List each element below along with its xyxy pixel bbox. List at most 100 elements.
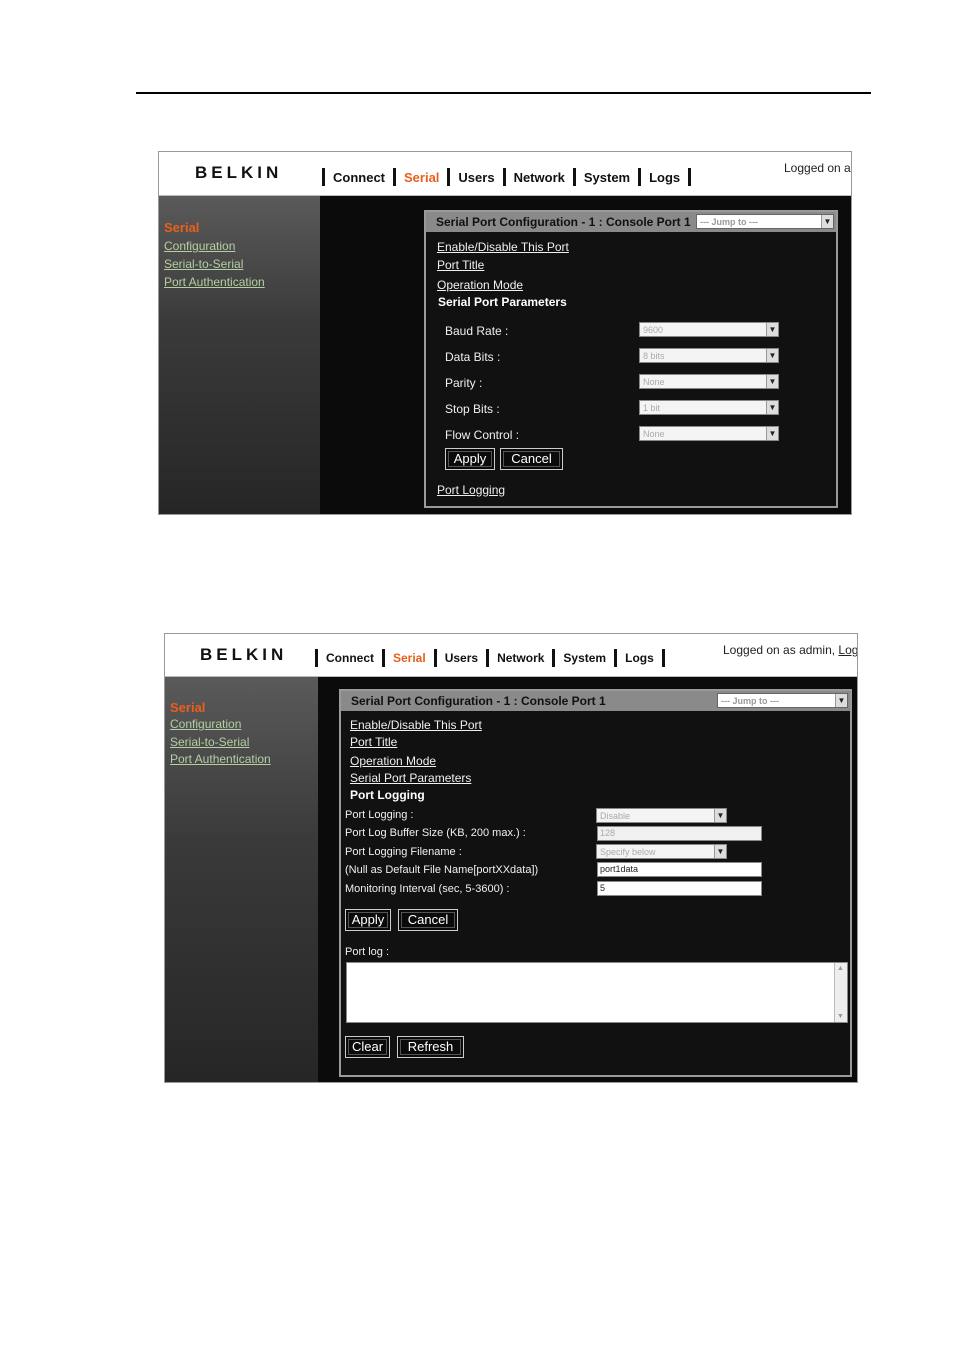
chevron-down-icon: ▼ (714, 845, 726, 858)
sidebar-section-serial: Serial (164, 220, 200, 235)
nav-separator (322, 168, 325, 186)
sidebar-link-port-authentication[interactable]: Port Authentication (164, 275, 265, 289)
nav-network[interactable]: Network (514, 170, 565, 185)
label-flow-control: Flow Control : (445, 428, 520, 442)
link-enable-disable-port[interactable]: Enable/Disable This Port (350, 718, 482, 732)
input-logging-filename[interactable]: port1data (597, 862, 762, 877)
jump-to-select[interactable]: --- Jump to --- ▼ (717, 693, 848, 708)
select-port-logging[interactable]: Disable ▼ (596, 808, 727, 823)
jump-to-select[interactable]: --- Jump to --- ▼ (696, 214, 834, 229)
sidebar-link-configuration[interactable]: Configuration (170, 717, 241, 731)
top-nav: Connect Serial Users Network System Logs (314, 168, 699, 186)
nav-system[interactable]: System (584, 170, 630, 185)
nav-separator (382, 649, 385, 667)
belkin-logo: BELKIN (195, 163, 283, 182)
logout-link[interactable]: Logo (838, 643, 857, 657)
nav-serial[interactable]: Serial (404, 170, 439, 185)
link-serial-port-parameters[interactable]: Serial Port Parameters (350, 771, 471, 785)
nav-users[interactable]: Users (445, 651, 478, 665)
header: BELKIN Connect Serial Users Network Syst… (159, 152, 851, 196)
nav-network[interactable]: Network (497, 651, 544, 665)
chevron-down-icon: ▼ (766, 427, 778, 440)
jump-to-placeholder: --- Jump to --- (700, 217, 758, 227)
link-operation-mode[interactable]: Operation Mode (350, 754, 436, 768)
nav-serial[interactable]: Serial (393, 651, 426, 665)
logged-on-text: Logged on as admin, (723, 643, 839, 657)
select-value: 9600 (643, 325, 664, 335)
nav-separator (614, 649, 618, 667)
label-stop-bits: Stop Bits : (445, 402, 500, 416)
screenshot-serial-port-parameters: BELKIN Connect Serial Users Network Syst… (158, 151, 852, 515)
nav-separator (572, 168, 576, 186)
nav-logs[interactable]: Logs (625, 651, 654, 665)
sidebar-link-configuration[interactable]: Configuration (164, 239, 235, 253)
logged-on-text: Logged on a (784, 161, 851, 175)
link-operation-mode[interactable]: Operation Mode (437, 278, 523, 292)
logged-on-status: Logged on as admin, Logo (723, 643, 857, 657)
cancel-button[interactable]: Cancel (500, 448, 563, 470)
nav-separator (638, 168, 642, 186)
nav-separator (393, 168, 396, 186)
page-top-rule (136, 92, 871, 94)
select-baud-rate[interactable]: 9600 ▼ (639, 322, 779, 337)
nav-connect[interactable]: Connect (333, 170, 385, 185)
label-port-log-buffer-size: Port Log Buffer Size (KB, 200 max.) : (345, 827, 526, 839)
select-value: Disable (600, 811, 631, 821)
nav-users[interactable]: Users (458, 170, 494, 185)
select-value: None (643, 377, 665, 387)
clear-button[interactable]: Clear (345, 1036, 390, 1058)
input-monitoring-interval[interactable]: 5 (597, 881, 762, 896)
cancel-button[interactable]: Cancel (398, 909, 458, 931)
label-data-bits: Data Bits : (445, 350, 501, 364)
link-port-title[interactable]: Port Title (437, 258, 484, 272)
select-value: 1 bit (643, 403, 661, 413)
section-heading-port-logging: Port Logging (350, 788, 425, 802)
textarea-scrollbar[interactable]: ▲ ▼ (834, 963, 847, 1022)
panel-title: Serial Port Configuration - 1 : Console … (341, 691, 850, 711)
sidebar: Serial Configuration Serial-to-Serial Po… (165, 677, 318, 1082)
select-value: 8 bits (643, 351, 665, 361)
link-port-logging[interactable]: Port Logging (437, 483, 505, 497)
select-data-bits[interactable]: 8 bits ▼ (639, 348, 779, 363)
link-enable-disable-port[interactable]: Enable/Disable This Port (437, 240, 569, 254)
select-port-logging-filename[interactable]: Specify below ▼ (596, 844, 727, 859)
select-parity[interactable]: None ▼ (639, 374, 779, 389)
refresh-button[interactable]: Refresh (397, 1036, 464, 1058)
panel-title: Serial Port Configuration - 1 : Console … (426, 212, 836, 232)
sidebar-section-serial: Serial (170, 700, 206, 715)
chevron-down-icon: ▼ (766, 349, 778, 362)
label-port-logging-filename: Port Logging Filename : (345, 846, 462, 858)
nav-logs[interactable]: Logs (649, 170, 680, 185)
scroll-up-icon[interactable]: ▲ (835, 963, 846, 974)
nav-separator (447, 168, 451, 186)
sidebar-link-serial-to-serial[interactable]: Serial-to-Serial (170, 735, 249, 749)
section-heading-serial-port-parameters: Serial Port Parameters (438, 295, 567, 309)
belkin-logo: BELKIN (200, 645, 288, 664)
apply-button[interactable]: Apply (345, 909, 391, 931)
chevron-down-icon: ▼ (766, 323, 778, 336)
chevron-down-icon: ▼ (766, 401, 778, 414)
nav-separator (502, 168, 506, 186)
input-port-log-buffer-size[interactable]: 128 (597, 826, 762, 841)
main-content: Serial Port Configuration - 1 : Console … (320, 196, 851, 514)
chevron-down-icon: ▼ (714, 809, 726, 822)
top-nav: Connect Serial Users Network System Logs (307, 649, 673, 667)
sidebar-link-port-authentication[interactable]: Port Authentication (170, 752, 271, 766)
main-content: Serial Port Configuration - 1 : Console … (318, 677, 857, 1082)
nav-separator (433, 649, 437, 667)
sidebar-link-serial-to-serial[interactable]: Serial-to-Serial (164, 257, 243, 271)
scroll-down-icon[interactable]: ▼ (835, 1011, 846, 1022)
nav-connect[interactable]: Connect (326, 651, 374, 665)
select-flow-control[interactable]: None ▼ (639, 426, 779, 441)
apply-button[interactable]: Apply (445, 448, 495, 470)
port-log-textarea[interactable]: ▲ ▼ (346, 962, 848, 1023)
logged-on-status: Logged on a (784, 161, 851, 175)
header: BELKIN Connect Serial Users Network Syst… (165, 634, 857, 677)
link-port-title[interactable]: Port Title (350, 735, 397, 749)
panel-title-text: Serial Port Configuration - 1 : Console … (351, 694, 606, 708)
config-panel: Serial Port Configuration - 1 : Console … (339, 689, 852, 1077)
select-stop-bits[interactable]: 1 bit ▼ (639, 400, 779, 415)
nav-separator (688, 168, 692, 186)
select-value: None (643, 429, 665, 439)
nav-system[interactable]: System (563, 651, 606, 665)
